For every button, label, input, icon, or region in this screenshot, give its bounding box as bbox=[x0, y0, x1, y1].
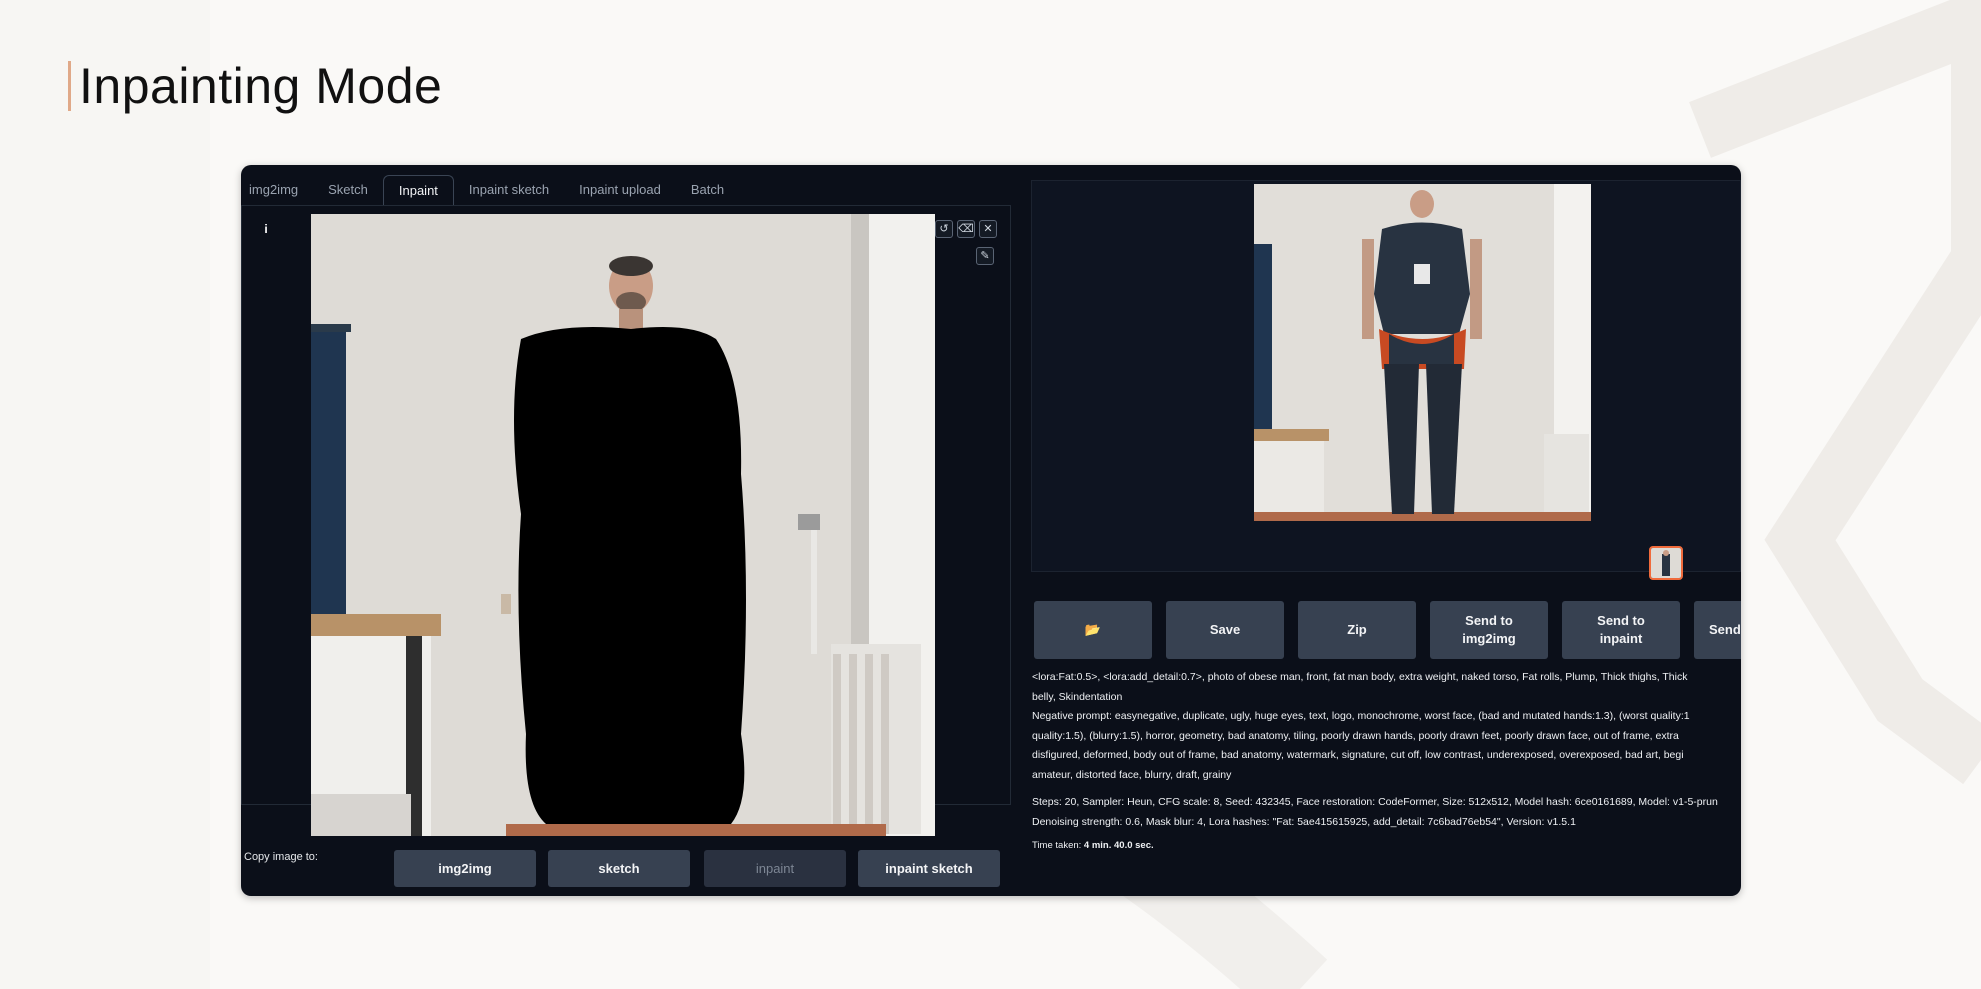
tab-batch[interactable]: Batch bbox=[676, 175, 739, 205]
output-gallery bbox=[1031, 180, 1741, 580]
title-accent-bar bbox=[68, 61, 71, 111]
brush-icon[interactable]: ✎ bbox=[976, 247, 994, 265]
result-photo bbox=[1254, 184, 1591, 521]
params-line-1: Steps: 20, Sampler: Heun, CFG scale: 8, … bbox=[1032, 796, 1718, 808]
canvas-tools: ↺ ⌫ ✕ bbox=[935, 220, 997, 238]
send-to-img2img-button[interactable]: Send to img2img bbox=[1430, 601, 1548, 659]
generation-info: <lora:Fat:0.5>, <lora:add_detail:0.7>, p… bbox=[1032, 668, 1741, 785]
send-to-img2img-line1: Send to bbox=[1465, 613, 1513, 628]
tab-inpaint[interactable]: Inpaint bbox=[382, 175, 454, 206]
input-panel: img2img Sketch Inpaint Inpaint sketch In… bbox=[241, 165, 1011, 896]
time-taken-value: 4 min. 40.0 sec. bbox=[1083, 840, 1154, 851]
generation-params: Steps: 20, Sampler: Heun, CFG scale: 8, … bbox=[1032, 793, 1718, 832]
copy-to-inpaint-sketch-button[interactable]: inpaint sketch bbox=[858, 850, 1000, 887]
folder-icon: 📂 bbox=[1084, 622, 1102, 637]
negative-prompt-line-3: disfigured, deformed, body out of frame,… bbox=[1032, 749, 1684, 761]
open-folder-button[interactable]: 📂 bbox=[1034, 601, 1152, 659]
send-to-img2img-line2: img2img bbox=[1462, 631, 1516, 646]
time-taken: Time taken: 4 min. 40.0 sec. bbox=[1032, 840, 1154, 851]
zip-button[interactable]: Zip bbox=[1298, 601, 1416, 659]
copy-to-img2img-button[interactable]: img2img bbox=[394, 850, 536, 887]
slide-title-wrap: Inpainting Mode bbox=[68, 60, 442, 112]
info-icon[interactable]: i bbox=[259, 222, 273, 236]
inpaint-canvas[interactable] bbox=[311, 214, 935, 836]
send-to-extras-button[interactable]: Send bbox=[1694, 601, 1741, 659]
copy-to-inpaint-button[interactable]: inpaint bbox=[704, 850, 846, 887]
time-taken-label: Time taken: bbox=[1032, 840, 1082, 851]
mode-tabs: img2img Sketch Inpaint Inpaint sketch In… bbox=[241, 175, 1011, 206]
prompt-line-2: belly, Skindentation bbox=[1032, 690, 1123, 703]
params-line-2: Denoising strength: 0.6, Mask blur: 4, L… bbox=[1032, 815, 1576, 828]
copy-image-label: Copy image to: bbox=[244, 851, 318, 863]
tab-sketch[interactable]: Sketch bbox=[313, 175, 383, 205]
prompt-line-1: <lora:Fat:0.5>, <lora:add_detail:0.7>, p… bbox=[1032, 671, 1688, 683]
negative-prompt-line-1: Negative prompt: easynegative, duplicate… bbox=[1032, 710, 1690, 722]
masked-photo bbox=[311, 214, 935, 836]
close-icon[interactable]: ✕ bbox=[979, 220, 997, 238]
thumbnail-photo bbox=[1651, 548, 1681, 578]
slide-title: Inpainting Mode bbox=[79, 58, 443, 114]
undo-icon[interactable]: ↺ bbox=[935, 220, 953, 238]
tab-inpaint-upload[interactable]: Inpaint upload bbox=[564, 175, 676, 205]
webui-window: img2img Sketch Inpaint Inpaint sketch In… bbox=[241, 165, 1741, 896]
result-image[interactable] bbox=[1254, 184, 1591, 521]
send-to-inpaint-line2: inpaint bbox=[1599, 631, 1643, 646]
gallery-thumbnail[interactable] bbox=[1649, 546, 1683, 580]
tab-img2img[interactable]: img2img bbox=[241, 175, 313, 205]
negative-prompt-line-2: quality:1.5), (blurry:1.5), horror, geom… bbox=[1032, 729, 1679, 742]
send-to-inpaint-button[interactable]: Send to inpaint bbox=[1562, 601, 1680, 659]
save-button[interactable]: Save bbox=[1166, 601, 1284, 659]
tab-inpaint-sketch[interactable]: Inpaint sketch bbox=[454, 175, 564, 205]
output-panel: 📂 Save Zip Send to img2img Send to inpai… bbox=[1031, 180, 1741, 896]
copy-to-sketch-button[interactable]: sketch bbox=[548, 850, 690, 887]
send-to-inpaint-line1: Send to bbox=[1597, 613, 1645, 628]
eraser-icon[interactable]: ⌫ bbox=[957, 220, 975, 238]
negative-prompt-line-4: amateur, distorted face, blurry, draft, … bbox=[1032, 768, 1232, 781]
